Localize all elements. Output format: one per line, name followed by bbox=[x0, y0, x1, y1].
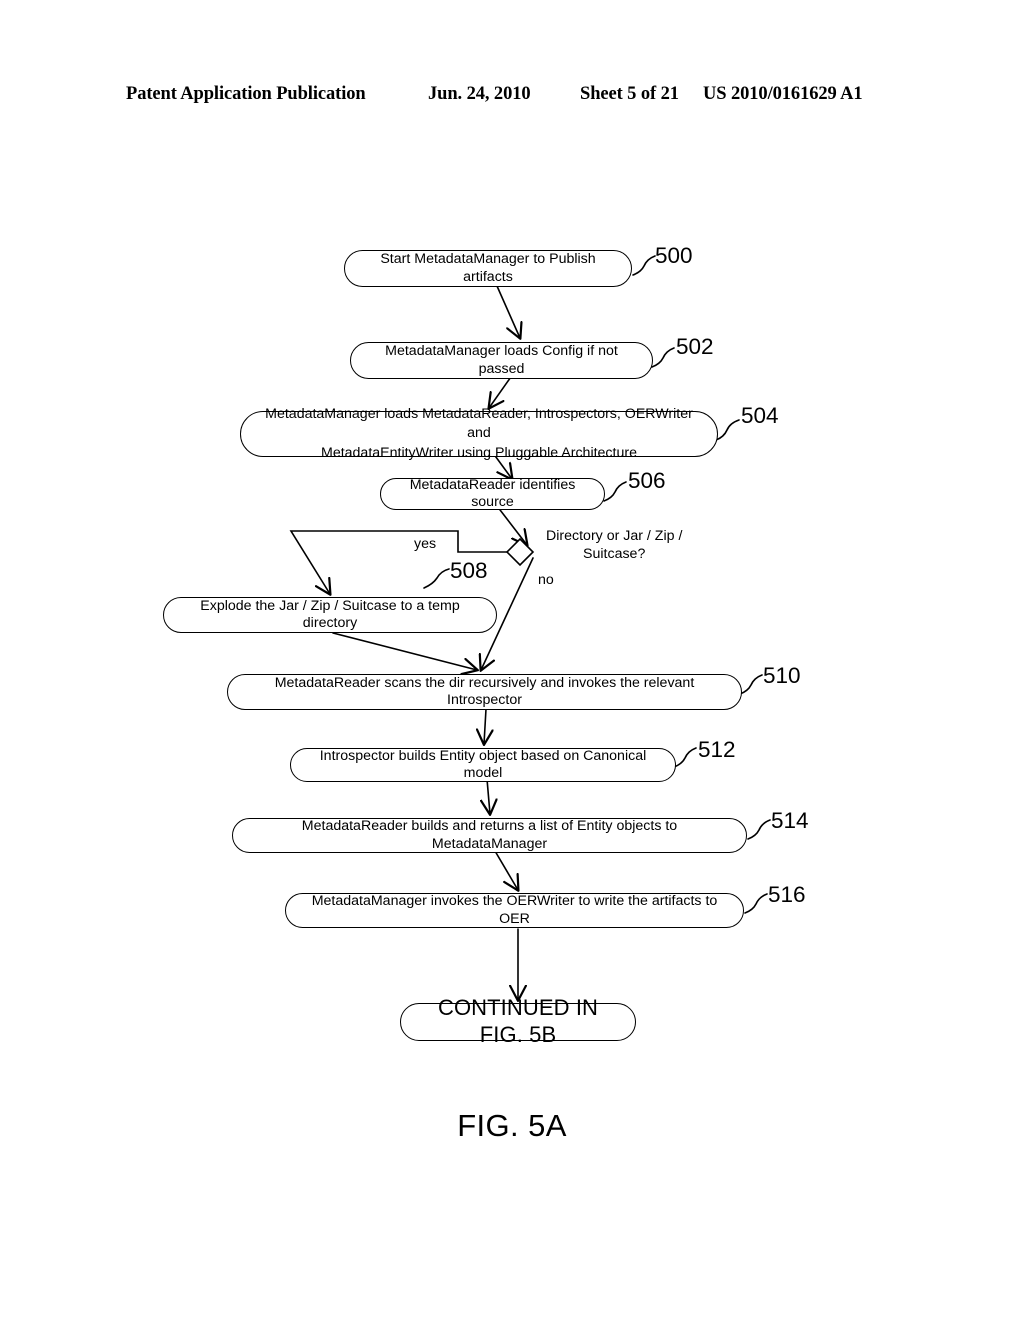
leader-504 bbox=[715, 419, 740, 441]
ref-numeral-506: 506 bbox=[628, 468, 666, 493]
flow-node-516-label: MetadataManager invokes the OERWriter to… bbox=[311, 893, 718, 927]
flow-node-516[interactable]: MetadataManager invokes the OERWriter to… bbox=[285, 893, 744, 928]
ref-numeral-502: 502 bbox=[676, 334, 714, 359]
branch-label-no: no bbox=[538, 572, 554, 588]
flow-node-504[interactable]: MetadataManager loads MetadataReader, In… bbox=[240, 406, 718, 461]
connector-502-to-504 bbox=[489, 373, 514, 408]
flow-node-500[interactable]: Start MetadataManager to Publish artifac… bbox=[344, 250, 632, 287]
connector-500-to-502 bbox=[496, 285, 520, 338]
flow-node-502-label: MetadataManager loads Config if not pass… bbox=[385, 343, 618, 377]
ref-numeral-508: 508 bbox=[450, 558, 488, 583]
leader-514 bbox=[747, 819, 771, 840]
leader-516 bbox=[744, 893, 768, 914]
flow-node-508-label: Explode the Jar / Zip / Suitcase to a te… bbox=[200, 597, 460, 631]
ref-numeral-510: 510 bbox=[763, 663, 801, 688]
connector-512-to-514 bbox=[487, 778, 490, 814]
flow-node-506-label: MetadataReader identifies source bbox=[409, 476, 576, 510]
connector-508-to-510 bbox=[332, 632, 477, 670]
connector-510-to-512 bbox=[484, 708, 486, 744]
flow-node-504-label-line1: MetadataManager loads MetadataReader, In… bbox=[265, 406, 693, 442]
leader-508 bbox=[423, 568, 450, 589]
flow-node-506[interactable]: MetadataReader identifies source bbox=[380, 476, 605, 510]
flow-node-514-label: MetadataReader builds and returns a list… bbox=[301, 818, 678, 852]
connector-506-to-decision bbox=[496, 505, 527, 545]
ref-numeral-512: 512 bbox=[698, 737, 736, 762]
ref-numeral-514: 514 bbox=[771, 808, 809, 833]
flow-node-508[interactable]: Explode the Jar / Zip / Suitcase to a te… bbox=[163, 597, 497, 633]
connector-514-to-516 bbox=[494, 850, 518, 890]
flow-node-510-label: MetadataReader scans the dir recursively… bbox=[274, 674, 695, 708]
flow-node-504-label-line2: MetadataEntityWriter using Pluggable Arc… bbox=[321, 444, 637, 461]
leader-512 bbox=[673, 747, 697, 768]
leader-510 bbox=[739, 674, 763, 695]
decision-question-line1: Directory or Jar / Zip / bbox=[546, 528, 683, 544]
figure-caption: FIG. 5A bbox=[457, 1108, 567, 1143]
flow-node-continued[interactable]: CONTINUED IN FIG. 5B bbox=[400, 995, 636, 1047]
flow-node-502[interactable]: MetadataManager loads Config if not pass… bbox=[350, 342, 653, 379]
flow-node-510[interactable]: MetadataReader scans the dir recursively… bbox=[227, 674, 742, 710]
leader-500 bbox=[632, 255, 656, 276]
flow-node-514[interactable]: MetadataReader builds and returns a list… bbox=[232, 818, 747, 853]
decision-question-label: Directory or Jar / Zip / Suitcase? bbox=[546, 527, 682, 564]
branch-label-yes: yes bbox=[414, 536, 437, 552]
flow-node-512[interactable]: Introspector builds Entity object based … bbox=[290, 748, 676, 782]
decision-diamond bbox=[505, 537, 535, 567]
ref-numeral-500: 500 bbox=[655, 243, 693, 268]
ref-numeral-516: 516 bbox=[768, 882, 806, 907]
flow-node-continued-label: CONTINUED IN FIG. 5B bbox=[437, 995, 599, 1047]
flow-node-500-label: Start MetadataManager to Publish artifac… bbox=[380, 251, 596, 285]
flow-node-512-label: Introspector builds Entity object based … bbox=[319, 747, 647, 781]
ref-numeral-504: 504 bbox=[741, 403, 779, 428]
decision-question-line2: Suitcase? bbox=[583, 546, 646, 563]
leader-506 bbox=[603, 481, 627, 502]
leader-502 bbox=[651, 347, 675, 368]
